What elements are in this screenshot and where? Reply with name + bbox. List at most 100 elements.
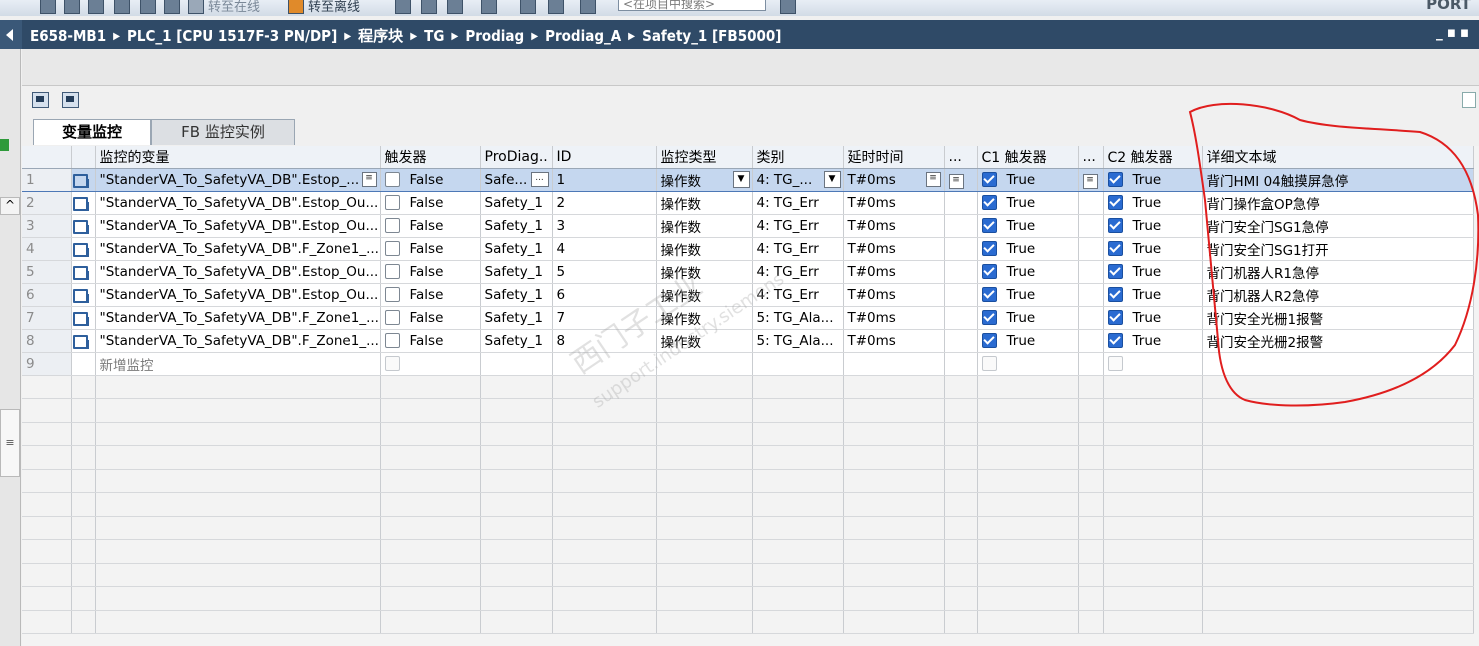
prodiag-cell[interactable]: Safety_1 — [480, 237, 553, 261]
breadcrumb-item-device[interactable]: E658-MB1 — [30, 27, 106, 45]
breadcrumb-item-prodiag[interactable]: Prodiag — [465, 27, 524, 45]
compile-icon[interactable] — [64, 0, 80, 14]
header-id[interactable]: ID — [552, 146, 657, 169]
split-horizontal-icon[interactable] — [520, 0, 536, 14]
c1-checkbox[interactable] — [981, 264, 997, 279]
prodiag-cell[interactable]: Safe...... — [480, 167, 553, 192]
table-row[interactable]: 2 "StanderVA_To_SafetyVA_DB".Estop_Ou... F… — [22, 191, 1474, 215]
c2-trigger-cell[interactable]: True — [1103, 237, 1203, 261]
variable-cell[interactable]: "StanderVA_To_SafetyVA_DB".Estop_Ou... — [95, 191, 381, 215]
row-number[interactable]: 4 — [22, 237, 72, 261]
header-variable[interactable]: 监控的变量 — [95, 146, 381, 169]
id-cell[interactable]: 1 — [552, 167, 657, 192]
id-cell[interactable]: 5 — [552, 260, 657, 284]
c2-trigger-cell[interactable]: True — [1103, 260, 1203, 284]
prodiag-cell[interactable]: Safety_1 — [480, 306, 553, 330]
add-monitor-row[interactable]: 9 新增监控 — [22, 352, 1474, 376]
scroll-up-icon[interactable]: ^ — [0, 197, 20, 215]
delay-cell[interactable]: T#0ms — [843, 191, 945, 215]
detail-text-cell[interactable]: 背门安全光栅2报警 — [1202, 329, 1474, 353]
c1-extra-cell[interactable] — [944, 306, 978, 330]
delay-cell[interactable]: T#0ms — [843, 260, 945, 284]
c2-trigger-cell[interactable]: True — [1103, 167, 1203, 192]
prodiag-cell[interactable]: Safety_1 — [480, 214, 553, 238]
c2-extra-cell[interactable] — [1078, 260, 1104, 284]
delay-cell[interactable]: T#0ms ≡ — [843, 167, 945, 192]
c1-checkbox[interactable] — [981, 356, 997, 371]
trigger-cell[interactable]: False — [380, 214, 481, 238]
split-vertical-icon[interactable] — [548, 0, 564, 14]
row-number[interactable]: 8 — [22, 329, 72, 353]
delay-cell[interactable]: T#0ms — [843, 214, 945, 238]
trigger-checkbox[interactable] — [384, 356, 400, 371]
c1-trigger-cell[interactable]: True — [977, 329, 1079, 353]
delay-browse-button[interactable]: ≡ — [925, 172, 941, 187]
c1-checkbox[interactable] — [981, 310, 997, 325]
monitor-icon[interactable] — [164, 0, 180, 14]
monitor-type-cell[interactable]: 操作数 — [656, 283, 753, 307]
breadcrumb-item-prodiag-a[interactable]: Prodiag_A — [545, 27, 621, 45]
c1-extra-cell[interactable] — [944, 237, 978, 261]
prodiag-browse-button[interactable]: ... — [530, 172, 549, 187]
table-row[interactable]: 1 "StanderVA_To_SafetyVA_DB".Estop_... ≡ Fa… — [22, 167, 1474, 192]
layout-icon[interactable] — [580, 0, 596, 14]
header-delay[interactable]: 延时时间 — [843, 146, 945, 169]
c1-extra-cell[interactable] — [944, 283, 978, 307]
trigger-checkbox[interactable] — [384, 264, 400, 279]
add-monitor-label[interactable]: 新增监控 — [95, 352, 381, 376]
row-number[interactable]: 7 — [22, 306, 72, 330]
c2-checkbox[interactable] — [1107, 264, 1123, 279]
c2-checkbox[interactable] — [1107, 356, 1123, 371]
c1-checkbox[interactable] — [981, 333, 997, 348]
id-cell[interactable]: 6 — [552, 283, 657, 307]
start-cpu-icon[interactable] — [421, 0, 437, 14]
row-number[interactable]: 1 — [22, 167, 72, 192]
trigger-checkbox[interactable] — [384, 195, 400, 210]
header-prodiag[interactable]: ProDiag.. — [480, 146, 553, 169]
header-category[interactable]: 类别 — [752, 146, 844, 169]
id-cell[interactable]: 4 — [552, 237, 657, 261]
trigger-cell[interactable]: False — [380, 191, 481, 215]
detail-text-cell[interactable]: 背门操作盒OP急停 — [1202, 191, 1474, 215]
c1-extra-cell[interactable] — [944, 191, 978, 215]
prodiag-cell[interactable]: Safety_1 — [480, 191, 553, 215]
table-row[interactable]: 6 "StanderVA_To_SafetyVA_DB".Estop_Ou... F… — [22, 283, 1474, 307]
header-detail-text[interactable]: 详细文本域 — [1202, 146, 1474, 169]
chevron-down-icon[interactable]: ▼ — [823, 171, 841, 188]
c1-trigger-cell[interactable]: True — [977, 191, 1079, 215]
trigger-cell[interactable]: False — [380, 167, 481, 192]
delay-cell[interactable]: T#0ms — [843, 329, 945, 353]
header-monitor-type[interactable]: 监控类型 — [656, 146, 753, 169]
search-icon[interactable] — [780, 0, 796, 14]
monitor-type-cell[interactable]: 操作数 — [656, 237, 753, 261]
c1-trigger-cell[interactable] — [977, 352, 1079, 376]
id-cell[interactable]: 3 — [552, 214, 657, 238]
browse-button[interactable]: ≡ — [361, 172, 377, 187]
table-row[interactable]: 4 "StanderVA_To_SafetyVA_DB".F_Zone1_... F… — [22, 237, 1474, 261]
c2-trigger-cell[interactable]: True — [1103, 214, 1203, 238]
c2-extra-cell[interactable] — [1078, 306, 1104, 330]
go-offline-icon[interactable] — [288, 0, 304, 14]
c1-trigger-cell[interactable]: True — [977, 214, 1079, 238]
c2-checkbox[interactable] — [1107, 172, 1123, 187]
go-offline-button[interactable]: 转至离线 — [308, 0, 360, 15]
trigger-checkbox[interactable] — [384, 310, 400, 325]
trigger-cell[interactable]: False — [380, 260, 481, 284]
id-cell[interactable]: 7 — [552, 306, 657, 330]
header-dots-1[interactable]: ... — [944, 146, 978, 169]
c2-extra-cell[interactable]: ≡ — [1078, 167, 1104, 192]
c2-checkbox[interactable] — [1107, 333, 1123, 348]
prodiag-cell[interactable]: Safety_1 — [480, 329, 553, 353]
category-cell[interactable]: 4: TG_Err — [752, 283, 844, 307]
detail-text-cell[interactable]: 背门安全门SG1打开 — [1202, 237, 1474, 261]
prodiag-cell[interactable]: Safety_1 — [480, 283, 553, 307]
detail-text-cell[interactable]: 背门机器人R2急停 — [1202, 283, 1474, 307]
monitor-type-cell[interactable]: 操作数 — [656, 260, 753, 284]
c1-browse-button[interactable]: ≡ — [948, 174, 964, 189]
trigger-cell[interactable]: False — [380, 237, 481, 261]
c1-checkbox[interactable] — [981, 195, 997, 210]
id-cell[interactable]: 2 — [552, 191, 657, 215]
trigger-cell[interactable]: False — [380, 306, 481, 330]
variable-cell[interactable]: "StanderVA_To_SafetyVA_DB".Estop_... ≡ — [95, 167, 381, 192]
scrollbar-grip[interactable]: ≡ — [0, 409, 20, 477]
